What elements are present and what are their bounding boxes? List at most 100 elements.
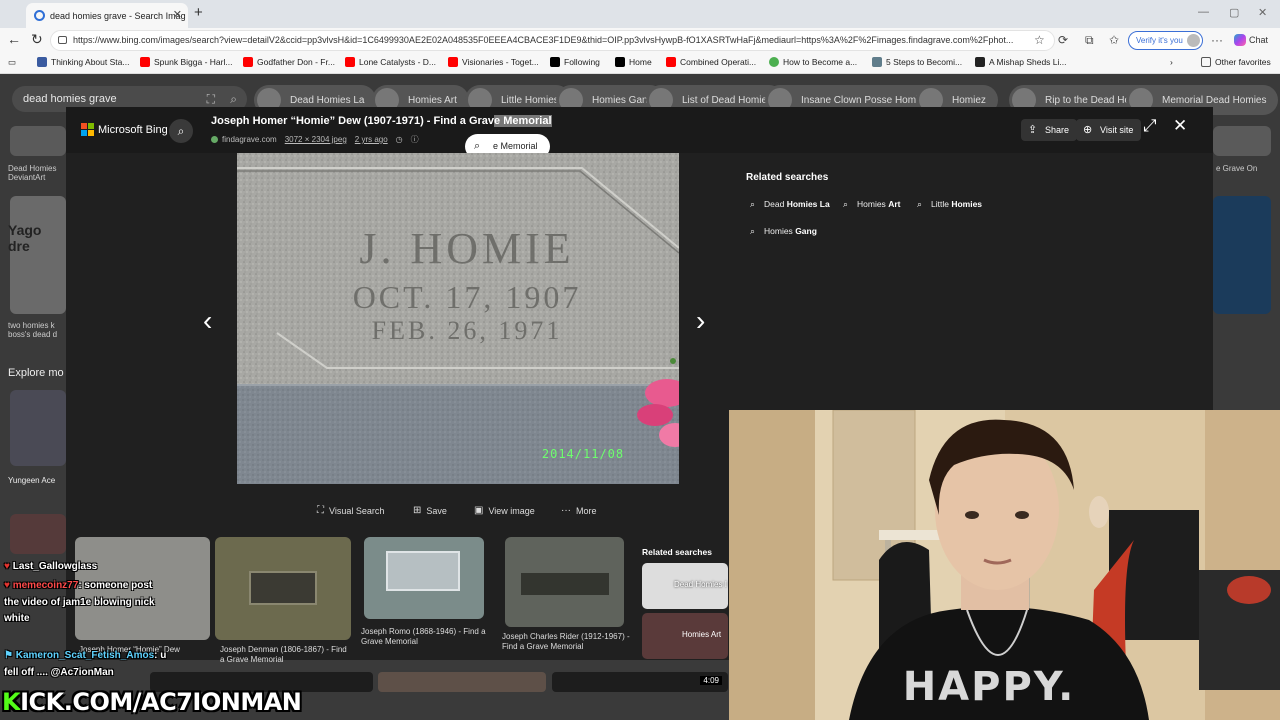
more-bookmarks-icon[interactable]: › [1170, 57, 1173, 67]
related-prefix: Dead [764, 199, 787, 209]
url-field[interactable]: https://www.bing.com/images/search?view=… [50, 30, 1055, 51]
video-duration: 4:09 [700, 676, 722, 685]
back-icon[interactable]: ← [7, 31, 21, 47]
related-search-0[interactable]: ⌕ Dead Homies La [746, 194, 830, 214]
bing-search-icon [34, 10, 45, 21]
extensions-icon[interactable]: ⟳ [1058, 33, 1068, 47]
modal-header: Microsoft Bing ⌕ Joseph Homer “Homie” De… [66, 107, 1213, 153]
thumb-overlay-text: Yago dre [8, 222, 42, 254]
result-thumb[interactable] [10, 196, 66, 314]
result-thumb[interactable] [1213, 196, 1271, 314]
result-caption: two homies k boss's dead d [8, 321, 58, 339]
related-prefix: Homies [857, 199, 889, 209]
related-search-1[interactable]: ⌕ Homies Art [839, 194, 900, 214]
strip-related-label: Homies Art [682, 630, 722, 639]
youtube-icon [448, 57, 458, 67]
favorite-star-icon[interactable]: ☆ [1034, 33, 1045, 47]
other-favorites[interactable]: Other favorites [1201, 57, 1271, 67]
bing-logo[interactable]: Microsoft Bing [81, 123, 168, 136]
close-modal-icon[interactable]: ✕ [1173, 116, 1187, 136]
video-thumb[interactable] [378, 672, 546, 692]
bookmark-6[interactable]: Home [615, 57, 652, 67]
bookmark-7[interactable]: Combined Operati... [666, 57, 756, 67]
youtube-icon [140, 57, 150, 67]
split-screen-icon[interactable]: ⧉ [1085, 33, 1094, 48]
source-domain[interactable]: findagrave.com [222, 135, 277, 144]
result-thumb[interactable] [1213, 126, 1271, 156]
search-icon[interactable]: ⌕ [169, 119, 193, 143]
bookmark-10[interactable]: A Mishap Sheds Li... [975, 57, 1067, 67]
previous-image-arrow[interactable]: ‹ [203, 305, 212, 337]
bookmark-9[interactable]: 5 Steps to Becomi... [872, 57, 962, 67]
strip-thumb-3[interactable] [505, 537, 624, 627]
chip-label: Memorial Dead Homies [1162, 94, 1267, 106]
bookmark-8[interactable]: How to Become a... [769, 57, 857, 67]
chip-label: Insane Clown Posse Homies [801, 94, 929, 106]
related-bold: Art [888, 199, 901, 209]
result-thumb[interactable] [10, 126, 66, 156]
related-bold: Gang [795, 226, 817, 236]
strip-related-0[interactable]: Dead Homies I [642, 563, 728, 609]
close-window-icon[interactable]: ✕ [1258, 6, 1267, 19]
headstone-died: FEB. 26, 1971 [372, 316, 563, 345]
refresh-icon[interactable]: ↻ [31, 31, 43, 48]
reading-list-icon[interactable]: ▭ [8, 57, 16, 68]
bookmark-0[interactable]: Thinking About Sta... [37, 57, 129, 67]
menu-dots-icon[interactable]: ··· [1211, 33, 1223, 47]
view-image-label: View image [488, 505, 535, 516]
chat-username: Kameron_Scat_Fetish_Amos [15, 650, 155, 661]
youtube-icon [345, 57, 355, 67]
strip-thumb-1[interactable] [215, 537, 351, 640]
source-favicon [211, 136, 218, 143]
image-age[interactable]: 2 yrs ago [355, 135, 388, 144]
visual-search-button[interactable]: ⛶ Visual Search [317, 505, 384, 516]
video-thumb[interactable]: 4:09 [552, 672, 728, 692]
result-caption: e Grave On [1216, 164, 1258, 173]
maximize-icon[interactable]: ▢ [1229, 6, 1239, 19]
minimize-icon[interactable]: — [1198, 6, 1209, 18]
image-title[interactable]: Joseph Homer “Homie” Dew (1907-1971) - F… [211, 115, 552, 127]
next-image-arrow[interactable]: › [696, 305, 705, 337]
image-icon: ▣ [474, 505, 484, 516]
strip-thumb-2[interactable] [364, 537, 484, 619]
bookmark-1[interactable]: Spunk Bigga - Harl... [140, 57, 232, 67]
bookmark-4[interactable]: Visionaries - Toget... [448, 57, 539, 67]
save-button[interactable]: ⊞ Save [413, 505, 447, 516]
favorites-icon[interactable]: ✩ [1109, 33, 1119, 47]
browser-tab[interactable]: dead homies grave - Search Imag ✕ [26, 3, 188, 28]
history-icon[interactable]: ◷ [396, 135, 403, 144]
bookmark-label: Thinking About Sta... [51, 57, 130, 67]
globe-icon: ⊕ [1083, 124, 1093, 136]
result-thumb[interactable] [10, 390, 66, 466]
kick-channel-watermark: KICK.COM/AC7IONMAN [2, 688, 302, 716]
webcam-overlay: HAPPY. [729, 410, 1280, 720]
close-tab-icon[interactable]: ✕ [173, 8, 182, 21]
headstone-photo[interactable]: J. HOMIE OCT. 17, 1907 FEB. 26, 1971 201… [237, 153, 679, 484]
verify-profile-button[interactable]: Verify it's you [1128, 31, 1203, 50]
bookmark-label: 5 Steps to Becomi... [886, 57, 963, 67]
more-label: More [576, 505, 597, 516]
related-search-3[interactable]: ⌕ Homies Gang [746, 221, 817, 241]
more-button[interactable]: ··· More [561, 505, 597, 516]
bookmark-5[interactable]: Following [550, 57, 600, 67]
strip-related-1[interactable]: Homies Art [642, 613, 728, 659]
bookmark-2[interactable]: Godfather Don - Fr... [243, 57, 335, 67]
fullscreen-icon[interactable]: ⤢ [1143, 116, 1157, 136]
microsoft-logo-icon [81, 123, 94, 136]
copilot-chat-button[interactable]: Chat [1234, 34, 1268, 46]
site-icon [975, 57, 985, 67]
image-dimensions[interactable]: 3072 × 2304 jpeg [285, 135, 347, 144]
share-button[interactable]: ⇪ Share [1021, 119, 1078, 141]
image-meta: findagrave.com 3072 × 2304 jpeg 2 yrs ag… [211, 134, 427, 145]
visit-site-button[interactable]: ⊕ Visit site [1076, 119, 1142, 141]
bookmark-label: Visionaries - Toget... [462, 57, 539, 67]
bookmark-3[interactable]: Lone Catalysts - D... [345, 57, 436, 67]
x-icon [615, 57, 625, 67]
result-thumb[interactable] [10, 514, 66, 554]
view-image-button[interactable]: ▣ View image [474, 505, 535, 516]
related-search-2[interactable]: ⌕ Little Homies [913, 194, 982, 214]
headstone-born: OCT. 17, 1907 [353, 279, 582, 315]
info-icon[interactable]: ⓘ [411, 134, 419, 145]
new-tab-icon[interactable]: + [194, 4, 203, 21]
chip-label: Homies Gang [592, 94, 654, 106]
